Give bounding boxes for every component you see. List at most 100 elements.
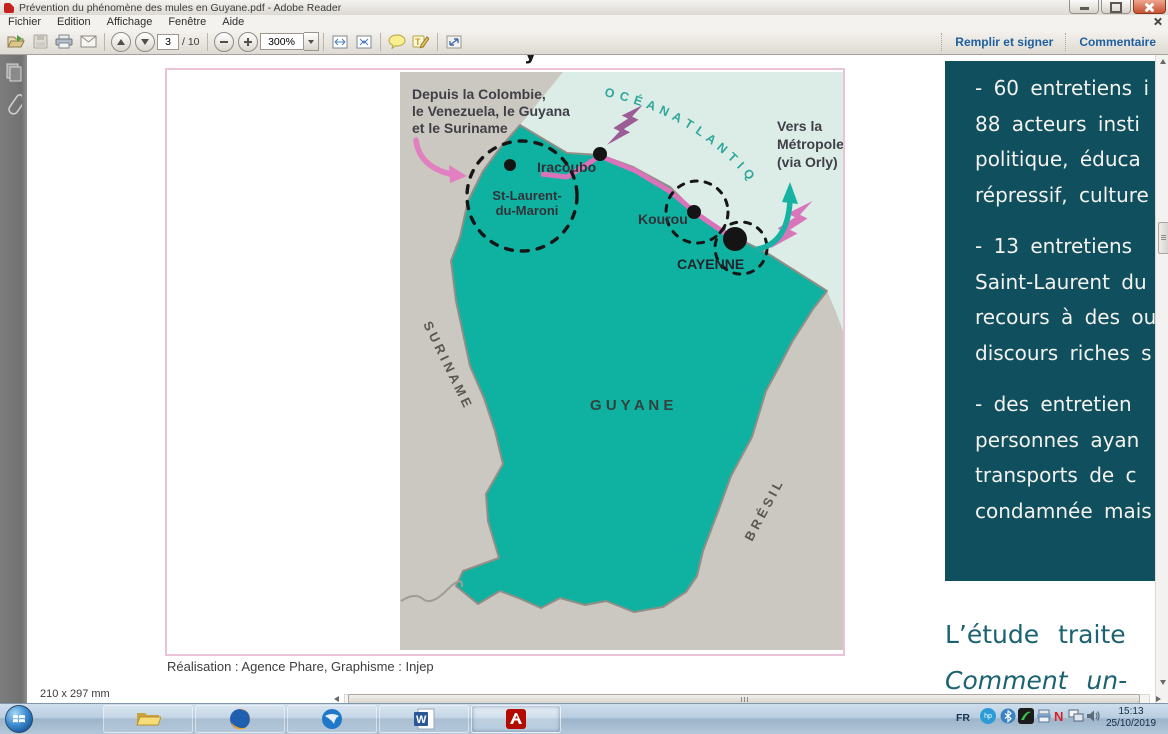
figure-caption: Réalisation : Agence Phare, Graphisme : … xyxy=(167,659,434,674)
city-dot-stlaurent xyxy=(504,159,516,171)
text-line: - 13 entretiens xyxy=(975,229,1155,265)
minimize-icon xyxy=(1080,7,1089,10)
save-icon xyxy=(33,34,48,49)
email-button[interactable] xyxy=(76,31,100,52)
guyane-label: G U Y A N E xyxy=(590,397,673,414)
menu-edition[interactable]: Edition xyxy=(49,15,99,29)
comment-panel-button[interactable]: Commentaire xyxy=(1067,35,1168,49)
fit-width-icon xyxy=(332,35,348,49)
close-button[interactable] xyxy=(1133,0,1166,14)
zoom-dropdown-button[interactable] xyxy=(304,32,319,51)
up-arrow-icon xyxy=(117,39,125,45)
guyane-map: O C É A N A T L A N T I Q U E Depuis la … xyxy=(400,72,843,650)
printer-tray-icon[interactable] xyxy=(1036,709,1052,723)
toolbar-separator xyxy=(104,33,105,51)
adobe-reader-app-icon xyxy=(4,3,14,13)
text-line: politique, éduca xyxy=(975,142,1155,178)
zoom-out-button[interactable] xyxy=(214,32,234,52)
text-line: Saint-Laurent du xyxy=(975,265,1155,301)
hp-label: hp xyxy=(984,713,992,720)
from-label-line2: le Venezuela, le Guyana xyxy=(412,103,570,119)
cayenne-label: CAYENNE xyxy=(677,256,744,272)
menu-bar: Fichier Edition Affichage Fenêtre Aide xyxy=(0,15,1168,30)
taskbar-clock[interactable]: 15:13 25/10/2019 xyxy=(1100,706,1162,730)
maximize-button[interactable] xyxy=(1101,0,1131,14)
thumb-grip xyxy=(744,697,745,702)
volume-tray-icon[interactable] xyxy=(1086,709,1100,723)
window-controls xyxy=(1067,0,1166,14)
text-line: discours riches s xyxy=(975,336,1155,372)
from-label-line3: et le Suriname xyxy=(412,120,508,136)
expand-arrows-icon xyxy=(446,35,462,49)
toolbar-right-group: Remplir et signer Commentaire xyxy=(941,29,1168,54)
iracoubo-label: Iracoubo xyxy=(537,159,596,175)
navigation-pane-strip xyxy=(0,55,27,703)
vertical-scrollbar[interactable] xyxy=(1155,55,1168,703)
norton-tray-icon[interactable]: N xyxy=(1054,709,1063,724)
comment-bubble-button[interactable] xyxy=(385,31,409,52)
reading-mode-button[interactable] xyxy=(442,31,466,52)
text-line: 88 acteurs insti xyxy=(975,107,1155,143)
taskbar-explorer-button[interactable] xyxy=(103,705,193,733)
open-button[interactable] xyxy=(4,31,28,52)
page-size-label: 210 x 297 mm xyxy=(40,688,110,700)
toolbar-separator xyxy=(207,33,208,51)
close-document-icon xyxy=(1153,17,1162,26)
clock-date: 25/10/2019 xyxy=(1100,718,1162,730)
text-line: transports de c xyxy=(975,458,1155,494)
page-thumbnails-icon[interactable] xyxy=(5,63,23,83)
menu-fenetre[interactable]: Fenêtre xyxy=(160,15,214,29)
scroll-down-button[interactable] xyxy=(1156,676,1168,689)
body-text-line: L’étude traite xyxy=(945,620,1158,654)
taskbar-thunderbird-button[interactable] xyxy=(287,705,377,733)
fit-width-button[interactable] xyxy=(328,31,352,52)
body-text-line-italic: Comment un- xyxy=(945,666,1158,695)
hp-tray-icon[interactable]: hp xyxy=(980,708,996,724)
start-button[interactable] xyxy=(5,705,33,733)
scroll-up-button[interactable] xyxy=(1156,55,1168,68)
close-document-button[interactable] xyxy=(1152,16,1163,27)
zoom-level-value[interactable]: 300% xyxy=(260,33,304,50)
email-icon xyxy=(80,35,97,48)
menu-aide[interactable]: Aide xyxy=(214,15,252,29)
text-line: - des entretien xyxy=(975,387,1155,423)
print-button[interactable] xyxy=(52,31,76,52)
fit-page-icon xyxy=(356,35,372,49)
taskbar-firefox-button[interactable] xyxy=(195,705,285,733)
print-icon xyxy=(55,34,73,49)
city-dot-kourou xyxy=(687,205,701,219)
to-label-line1: Vers la xyxy=(777,118,822,134)
zoom-in-button[interactable] xyxy=(238,32,258,52)
toolbar-separator xyxy=(323,33,324,51)
menu-affichage[interactable]: Affichage xyxy=(99,15,161,29)
save-button[interactable] xyxy=(28,31,52,52)
right-arrow-icon xyxy=(1156,696,1161,702)
text-line: recours à des ou xyxy=(975,300,1155,336)
fill-sign-button[interactable]: Remplir et signer xyxy=(943,35,1065,49)
next-page-button[interactable] xyxy=(135,32,155,52)
taskbar-adobe-reader-button[interactable] xyxy=(471,705,561,733)
network-tray-icon[interactable] xyxy=(1068,709,1084,723)
taskbar-word-button[interactable]: W xyxy=(379,705,469,733)
minus-icon xyxy=(220,41,228,43)
minimize-button[interactable] xyxy=(1069,0,1099,14)
screen: { "window": { "title": "Prévention du ph… xyxy=(0,0,1168,733)
to-label-line2: Métropole xyxy=(777,136,843,152)
sign-highlight-button[interactable]: T xyxy=(409,31,433,52)
thumb-grip xyxy=(1161,235,1166,236)
text-line: condamnée mais xyxy=(975,494,1155,530)
word-letter: W xyxy=(416,714,427,726)
page-number-input[interactable] xyxy=(157,34,179,50)
language-indicator[interactable]: FR xyxy=(956,712,970,724)
close-icon xyxy=(1144,2,1155,13)
open-folder-icon xyxy=(7,34,25,49)
attachments-paperclip-icon[interactable] xyxy=(6,93,22,119)
svg-text:T: T xyxy=(415,37,421,47)
menu-fichier[interactable]: Fichier xyxy=(0,15,49,29)
vertical-scroll-thumb[interactable] xyxy=(1158,222,1168,254)
bluetooth-tray-icon[interactable] xyxy=(1000,708,1016,724)
toolbar-separator xyxy=(380,33,381,51)
previous-page-button[interactable] xyxy=(111,32,131,52)
fit-page-button[interactable] xyxy=(352,31,376,52)
fsecure-tray-icon[interactable] xyxy=(1018,708,1034,724)
